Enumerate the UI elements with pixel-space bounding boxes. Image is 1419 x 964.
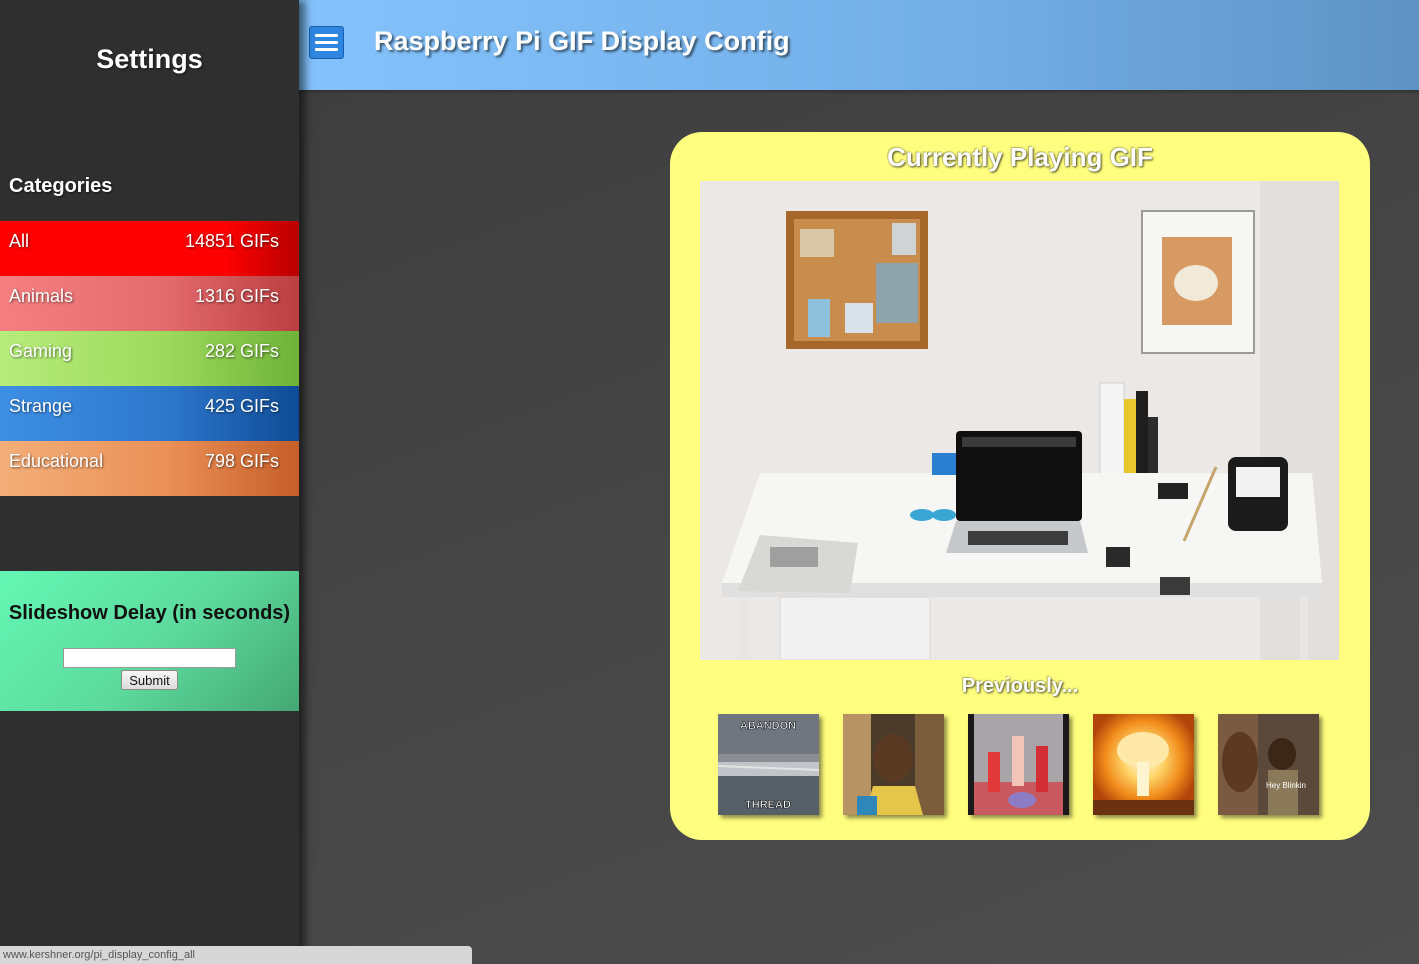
category-item-gaming[interactable]: Gaming 282 GIFs bbox=[0, 331, 299, 386]
category-name: Gaming bbox=[9, 341, 73, 361]
browser-status-bar: www.kershner.org/pi_display_config_all bbox=[0, 946, 472, 964]
categories-heading: Categories bbox=[9, 175, 113, 197]
now-playing-card: Currently Playing GIF Previously... ABAN… bbox=[670, 132, 1370, 840]
category-name: Animals bbox=[9, 286, 74, 306]
settings-sidebar: Settings Categories All 14851 GIFs Anima… bbox=[0, 0, 299, 964]
category-item-strange[interactable]: Strange 425 GIFs bbox=[0, 386, 299, 441]
category-name: All bbox=[9, 231, 30, 251]
category-count: 425 GIFs bbox=[204, 396, 279, 416]
submit-button[interactable]: Submit bbox=[121, 670, 178, 690]
previous-gif-thumbnail[interactable]: ABANDON THREAD bbox=[718, 714, 819, 815]
currently-playing-title: Currently Playing GIF bbox=[887, 142, 1153, 172]
hamburger-menu-icon[interactable] bbox=[309, 26, 344, 59]
page-title: Raspberry Pi GIF Display Config bbox=[374, 26, 790, 56]
category-count: 14851 GIFs bbox=[184, 231, 279, 251]
slideshow-delay-heading: Slideshow Delay (in seconds) bbox=[8, 602, 291, 624]
category-count: 1316 GIFs bbox=[194, 286, 279, 306]
previous-gifs-row: ABANDON THREAD Hey Blinkin bbox=[718, 714, 1328, 815]
category-count: 282 GIFs bbox=[204, 341, 279, 361]
previous-gif-thumbnail[interactable]: Hey Blinkin bbox=[1218, 714, 1319, 815]
slideshow-delay-input[interactable] bbox=[63, 648, 236, 668]
category-name: Strange bbox=[9, 396, 73, 416]
sidebar-title: Settings bbox=[96, 44, 203, 74]
category-item-educational[interactable]: Educational 798 GIFs bbox=[0, 441, 299, 496]
thumbnail-caption-bottom: THREAD bbox=[745, 799, 791, 811]
top-header: Raspberry Pi GIF Display Config bbox=[299, 0, 1419, 90]
category-count: 798 GIFs bbox=[204, 451, 279, 471]
previous-gif-thumbnail[interactable] bbox=[1093, 714, 1194, 815]
thumbnail-caption-top: ABANDON bbox=[740, 720, 796, 732]
previously-title: Previously... bbox=[961, 675, 1079, 697]
category-item-animals[interactable]: Animals 1316 GIFs bbox=[0, 276, 299, 331]
current-gif-image bbox=[700, 181, 1339, 660]
slideshow-delay-panel: Slideshow Delay (in seconds) Submit bbox=[0, 571, 299, 711]
category-list: All 14851 GIFs Animals 1316 GIFs Gaming … bbox=[0, 221, 299, 496]
thumbnail-caption-bottom: Hey Blinkin bbox=[1266, 781, 1306, 790]
category-name: Educational bbox=[9, 451, 104, 471]
category-item-all[interactable]: All 14851 GIFs bbox=[0, 221, 299, 276]
previous-gif-thumbnail[interactable] bbox=[843, 714, 944, 815]
previous-gif-thumbnail[interactable] bbox=[968, 714, 1069, 815]
